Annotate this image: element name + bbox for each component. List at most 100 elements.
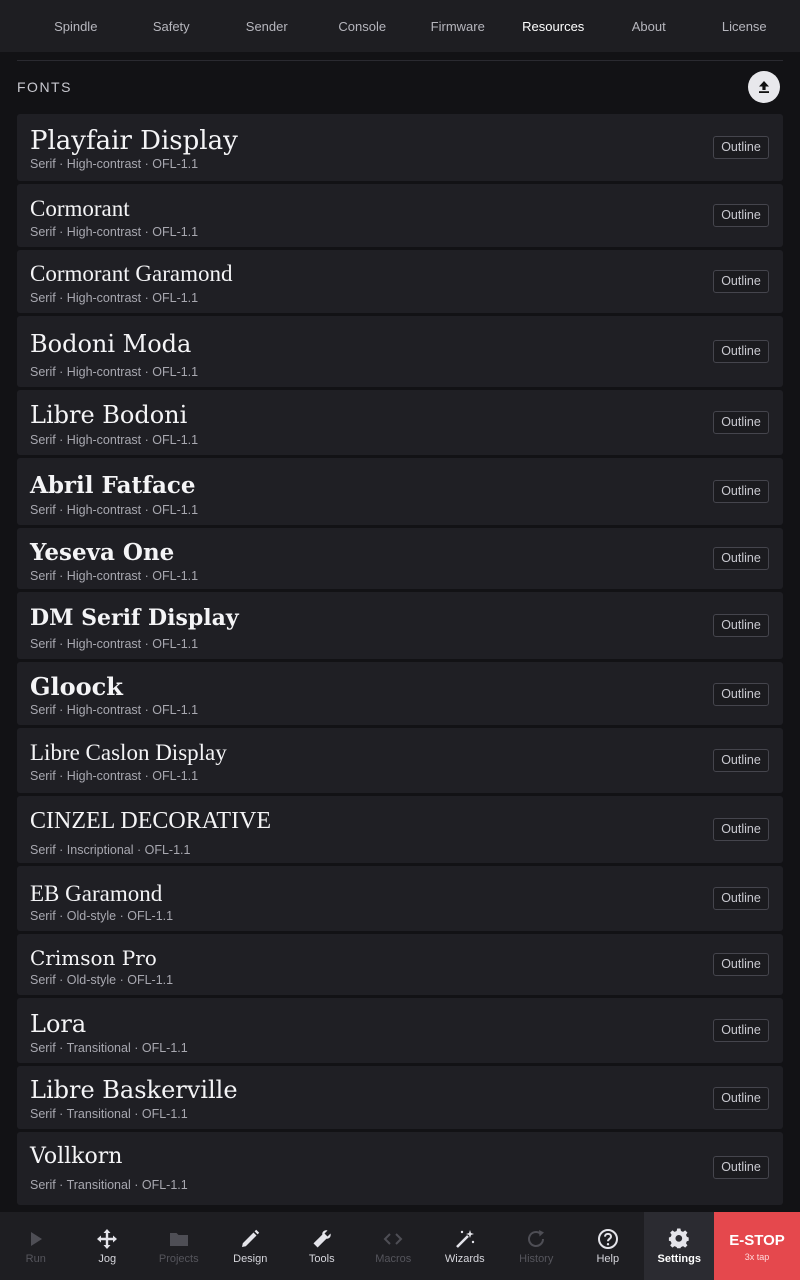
font-row[interactable]: Bodoni Moda Serif · High-contrast · OFL-1…	[17, 316, 783, 387]
font-name: Vollkorn	[30, 1144, 123, 1169]
refresh-icon	[501, 1228, 573, 1250]
font-row[interactable]: Cormorant Serif · High-contrast · OFL-1.1…	[17, 184, 783, 247]
nav-design[interactable]: Design	[215, 1212, 287, 1280]
nav-settings[interactable]: Settings	[643, 1212, 716, 1280]
code-icon	[358, 1228, 430, 1250]
upload-button[interactable]	[748, 71, 780, 103]
bottom-nav-bar: Run Jog Projects Design Tools Macros Wizards Hi…	[0, 1212, 800, 1280]
tab-sender[interactable]: Sender	[219, 19, 315, 34]
nav-label: Settings	[657, 1253, 701, 1265]
font-row[interactable]: EB Garamond Serif · Old-style · OFL-1.1 Ou…	[17, 866, 783, 931]
font-row[interactable]: Libre Baskerville Serif · Transitional · …	[17, 1066, 783, 1129]
nav-tools[interactable]: Tools	[286, 1212, 358, 1280]
outline-button[interactable]: Outline	[713, 480, 769, 503]
outline-button[interactable]: Outline	[713, 136, 769, 159]
font-meta: Serif · High-contrast · OFL-1.1	[30, 637, 199, 651]
top-tab-bar: Spindle Safety Sender Console Firmware Resour…	[0, 0, 800, 52]
estop-sublabel: 3x tap	[744, 1252, 770, 1262]
font-meta: Serif · High-contrast · OFL-1.1	[30, 769, 199, 783]
outline-button[interactable]: Outline	[713, 411, 769, 434]
font-meta: Serif · Inscriptional · OFL-1.1	[30, 843, 191, 857]
nav-label: Tools	[308, 1253, 335, 1265]
wrench-icon	[286, 1228, 358, 1250]
font-meta: Serif · Old-style · OFL-1.1	[30, 973, 174, 987]
font-meta: Serif · High-contrast · OFL-1.1	[30, 703, 199, 717]
outline-button[interactable]: Outline	[713, 749, 769, 772]
font-meta: Serif · Transitional · OFL-1.1	[30, 1041, 188, 1055]
nav-label: Wizards	[444, 1253, 485, 1265]
font-row[interactable]: Gloock Serif · High-contrast · OFL-1.1 Out…	[17, 662, 783, 725]
outline-button[interactable]: Outline	[713, 204, 769, 227]
nav-label: Design	[233, 1253, 268, 1265]
outline-button[interactable]: Outline	[713, 340, 769, 363]
tab-license[interactable]: License	[697, 19, 793, 34]
nav-jog[interactable]: Jog	[72, 1212, 144, 1280]
font-name: Libre Caslon Display	[30, 740, 227, 765]
outline-button[interactable]: Outline	[713, 1087, 769, 1110]
tab-console[interactable]: Console	[315, 19, 411, 34]
nav-label: Jog	[98, 1253, 117, 1265]
font-meta: Serif · High-contrast · OFL-1.1	[30, 569, 199, 583]
font-meta: Serif · High-contrast · OFL-1.1	[30, 157, 199, 171]
divider	[17, 60, 783, 61]
font-row[interactable]: Libre Bodoni Serif · High-contrast · OFL-…	[17, 390, 783, 455]
outline-button[interactable]: Outline	[713, 683, 769, 706]
font-name: Cormorant Garamond	[30, 261, 233, 286]
font-meta: Serif · Transitional · OFL-1.1	[30, 1107, 188, 1121]
tab-spindle[interactable]: Spindle	[28, 19, 124, 34]
font-row[interactable]: DM Serif Display Serif · High-contrast · …	[17, 592, 783, 659]
tab-safety[interactable]: Safety	[124, 19, 220, 34]
nav-macros: Macros	[358, 1212, 430, 1280]
estop-button[interactable]: E-STOP 3x tap	[714, 1212, 800, 1280]
outline-button[interactable]: Outline	[713, 887, 769, 910]
tab-firmware[interactable]: Firmware	[410, 19, 506, 34]
nav-help[interactable]: Help	[572, 1212, 644, 1280]
move-arrows-icon	[72, 1228, 144, 1250]
font-meta: Serif · High-contrast · OFL-1.1	[30, 365, 199, 379]
font-name: Cormorant	[30, 196, 130, 221]
nav-history: History	[501, 1212, 573, 1280]
font-row[interactable]: Lora Serif · Transitional · OFL-1.1 Outlin…	[17, 998, 783, 1063]
nav-run: Run	[0, 1212, 72, 1280]
outline-button[interactable]: Outline	[713, 1156, 769, 1179]
nav-label: Macros	[375, 1253, 412, 1265]
font-name: Playfair Display	[30, 126, 238, 156]
font-name: CINZEL DECORATIVE	[30, 808, 272, 834]
font-name: Gloock	[30, 672, 123, 701]
outline-button[interactable]: Outline	[713, 270, 769, 293]
font-name: Crimson Pro	[30, 946, 157, 970]
font-row[interactable]: Libre Caslon Display Serif · High-contras…	[17, 728, 783, 793]
upload-icon	[759, 81, 769, 93]
nav-label: Help	[596, 1253, 620, 1265]
font-row[interactable]: CINZEL DECORATIVE Serif · Inscriptional ·…	[17, 796, 783, 863]
font-row[interactable]: Crimson Pro Serif · Old-style · OFL-1.1 Ou…	[17, 934, 783, 995]
main-content: FONTS Playfair Display Serif · High-contr…	[0, 52, 800, 1212]
pencil-icon	[215, 1228, 287, 1250]
help-circle-icon	[572, 1228, 644, 1250]
magic-wand-icon	[429, 1228, 501, 1250]
outline-button[interactable]: Outline	[713, 953, 769, 976]
font-row[interactable]: Abril Fatface Serif · High-contrast · OFL…	[17, 458, 783, 525]
font-row[interactable]: Yeseva One Serif · High-contrast · OFL-1.…	[17, 528, 783, 589]
font-row[interactable]: Vollkorn Serif · Transitional · OFL-1.1 Ou…	[17, 1132, 783, 1205]
font-meta: Serif · Transitional · OFL-1.1	[30, 1178, 188, 1192]
tab-resources[interactable]: Resources	[506, 19, 602, 34]
font-row[interactable]: Playfair Display Serif · High-contrast · …	[17, 114, 783, 181]
gear-icon	[644, 1228, 716, 1250]
outline-button[interactable]: Outline	[713, 818, 769, 841]
font-meta: Serif · High-contrast · OFL-1.1	[30, 503, 199, 517]
font-row[interactable]: Cormorant Garamond Serif · High-contrast …	[17, 250, 783, 313]
outline-button[interactable]: Outline	[713, 614, 769, 637]
nav-label: Run	[25, 1253, 46, 1265]
play-icon	[0, 1228, 72, 1250]
nav-wizards[interactable]: Wizards	[429, 1212, 501, 1280]
nav-label: Projects	[158, 1253, 199, 1265]
outline-button[interactable]: Outline	[713, 547, 769, 570]
font-name: Libre Bodoni	[30, 401, 188, 429]
font-name: EB Garamond	[30, 881, 163, 906]
font-name: DM Serif Display	[30, 605, 239, 631]
outline-button[interactable]: Outline	[713, 1019, 769, 1042]
font-meta: Serif · High-contrast · OFL-1.1	[30, 433, 199, 447]
tab-about[interactable]: About	[601, 19, 697, 34]
font-name: Abril Fatface	[30, 472, 196, 499]
